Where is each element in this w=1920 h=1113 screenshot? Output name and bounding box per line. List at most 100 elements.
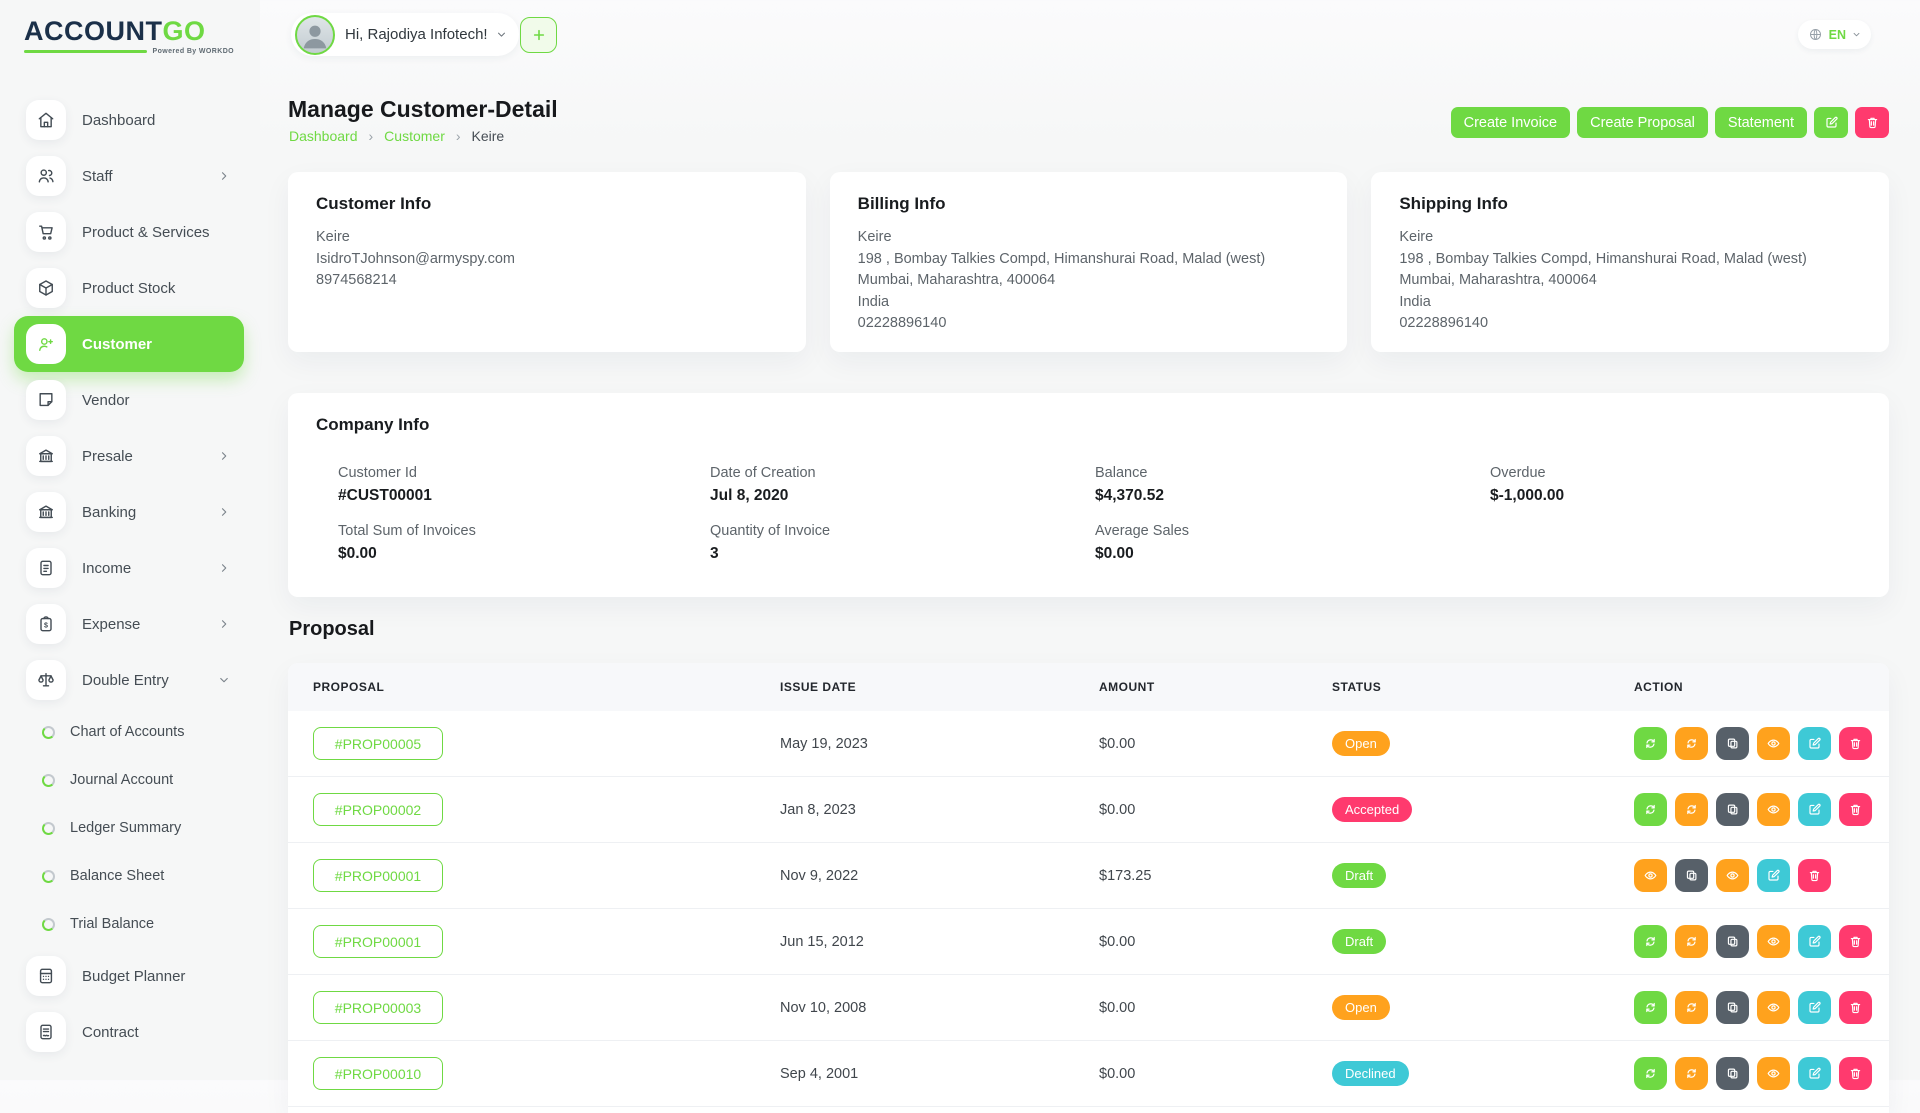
row-actions — [1634, 727, 1889, 760]
sidebar-item-chart-of-accounts[interactable]: Chart of Accounts — [0, 708, 260, 756]
copy-action-button[interactable] — [1716, 727, 1749, 760]
shipping-name: Keire — [1399, 227, 1861, 249]
copy-action-button[interactable] — [1716, 925, 1749, 958]
sidebar-item-ledger-summary[interactable]: Ledger Summary — [0, 804, 260, 852]
view-action-button[interactable] — [1757, 925, 1790, 958]
amount-cell: $0.00 — [1099, 736, 1332, 752]
view-action-button[interactable] — [1757, 991, 1790, 1024]
sidebar-item-double-entry[interactable]: Double Entry — [14, 652, 244, 708]
sidebar-item-banking[interactable]: Banking — [14, 484, 244, 540]
copy-icon — [1725, 1000, 1740, 1015]
sidebar-item-customer[interactable]: Customer — [14, 316, 244, 372]
convert-action-button[interactable] — [1634, 1057, 1667, 1090]
proposal-number-link[interactable]: #PROP00001 — [313, 859, 443, 892]
delete-action-button[interactable] — [1839, 727, 1872, 760]
sidebar-item-staff[interactable]: Staff — [14, 148, 244, 204]
edit-action-button[interactable] — [1798, 727, 1831, 760]
bank-icon — [26, 436, 66, 476]
users-icon — [26, 156, 66, 196]
status-badge: Draft — [1332, 863, 1386, 888]
refresh-icon — [1643, 1066, 1658, 1081]
convert-action-button[interactable] — [1634, 991, 1667, 1024]
delete-action-button[interactable] — [1839, 925, 1872, 958]
breadcrumb: Dashboard › Customer › Keire — [289, 128, 504, 144]
breadcrumb-customer-link[interactable]: Customer — [384, 128, 445, 144]
duplicate-action-button[interactable] — [1675, 1057, 1708, 1090]
sidebar-item-budget-planner[interactable]: Budget Planner — [14, 948, 244, 1004]
convert-action-button[interactable] — [1634, 727, 1667, 760]
edit-action-button[interactable] — [1757, 859, 1790, 892]
preview-action-button[interactable] — [1634, 859, 1667, 892]
issue-date-cell: Nov 10, 2008 — [780, 1000, 1099, 1016]
copy-action-button[interactable] — [1716, 793, 1749, 826]
copy-action-button[interactable] — [1716, 1057, 1749, 1090]
duplicate-action-button[interactable] — [1675, 727, 1708, 760]
file-icon — [26, 548, 66, 588]
sidebar-item-income[interactable]: Income — [14, 540, 244, 596]
user-plus-icon — [26, 324, 66, 364]
submenu-bullet-icon — [42, 774, 55, 787]
proposal-number-link[interactable]: #PROP00010 — [313, 1057, 443, 1090]
edit-action-button[interactable] — [1798, 1057, 1831, 1090]
edit-action-button[interactable] — [1798, 793, 1831, 826]
view-action-button[interactable] — [1757, 727, 1790, 760]
copy-action-button[interactable] — [1675, 859, 1708, 892]
app-logo[interactable]: ACCOUNTGO Powered By WORKDO — [24, 16, 234, 55]
eye-icon — [1766, 1066, 1781, 1081]
breadcrumb-separator: › — [369, 128, 374, 144]
billing-city: Mumbai, Maharashtra, 400064 — [858, 270, 1320, 292]
convert-action-button[interactable] — [1634, 793, 1667, 826]
eye-icon — [1766, 934, 1781, 949]
proposal-number-link[interactable]: #PROP00005 — [313, 727, 443, 760]
sidebar-item-trial-balance[interactable]: Trial Balance — [0, 900, 260, 948]
delete-action-button[interactable] — [1839, 991, 1872, 1024]
chevron-right-icon — [218, 170, 230, 182]
issue-date-cell: May 19, 2023 — [780, 736, 1099, 752]
duplicate-action-button[interactable] — [1675, 793, 1708, 826]
convert-action-button[interactable] — [1634, 925, 1667, 958]
breadcrumb-dashboard-link[interactable]: Dashboard — [289, 128, 358, 144]
delete-action-button[interactable] — [1839, 793, 1872, 826]
sidebar-item-presale[interactable]: Presale — [14, 428, 244, 484]
pencil-icon — [1807, 934, 1822, 949]
view-action-button[interactable] — [1757, 1057, 1790, 1090]
delete-action-button[interactable] — [1839, 1057, 1872, 1090]
shipping-address: 198 , Bombay Talkies Compd, Himanshurai … — [1399, 249, 1861, 271]
table-header-row: PROPOSAL ISSUE DATE AMOUNT STATUS ACTION — [288, 663, 1889, 711]
sidebar-item-dashboard[interactable]: Dashboard — [14, 92, 244, 148]
trash-icon — [1848, 802, 1863, 817]
sidebar-item-journal-account[interactable]: Journal Account — [0, 756, 260, 804]
refresh-icon — [1684, 802, 1699, 817]
duplicate-action-button[interactable] — [1675, 991, 1708, 1024]
delete-customer-button[interactable] — [1855, 107, 1889, 138]
sidebar-item-expense[interactable]: Expense — [14, 596, 244, 652]
sidebar-item-product-stock[interactable]: Product Stock — [14, 260, 244, 316]
copy-action-button[interactable] — [1716, 991, 1749, 1024]
view-action-button[interactable] — [1757, 793, 1790, 826]
statement-button[interactable]: Statement — [1715, 107, 1807, 138]
view-action-button[interactable] — [1716, 859, 1749, 892]
row-actions — [1634, 859, 1889, 892]
proposal-number-link[interactable]: #PROP00003 — [313, 991, 443, 1024]
edit-action-button[interactable] — [1798, 925, 1831, 958]
edit-customer-button[interactable] — [1814, 107, 1848, 138]
sidebar-item-product-services[interactable]: Product & Services — [14, 204, 244, 260]
proposal-number-link[interactable]: #PROP00001 — [313, 925, 443, 958]
sidebar-item-balance-sheet[interactable]: Balance Sheet — [0, 852, 260, 900]
edit-action-button[interactable] — [1798, 991, 1831, 1024]
create-proposal-button[interactable]: Create Proposal — [1577, 107, 1708, 138]
create-invoice-button[interactable]: Create Invoice — [1451, 107, 1571, 138]
amount-cell: $0.00 — [1099, 1066, 1332, 1082]
card-title: Company Info — [316, 415, 1861, 435]
trash-icon — [1865, 115, 1880, 130]
sidebar-item-contract[interactable]: Contract — [14, 1004, 244, 1060]
duplicate-action-button[interactable] — [1675, 925, 1708, 958]
page-actions: Create Invoice Create Proposal Statement — [1451, 107, 1889, 138]
status-badge: Open — [1332, 995, 1390, 1020]
delete-action-button[interactable] — [1798, 859, 1831, 892]
clipboard-dollar-icon — [26, 604, 66, 644]
issue-date-cell: Jan 8, 2023 — [780, 802, 1099, 818]
sidebar-item-vendor[interactable]: Vendor — [14, 372, 244, 428]
table-row: #PROP00005 May 19, 2023 $0.00 Open — [288, 711, 1889, 777]
proposal-number-link[interactable]: #PROP00002 — [313, 793, 443, 826]
